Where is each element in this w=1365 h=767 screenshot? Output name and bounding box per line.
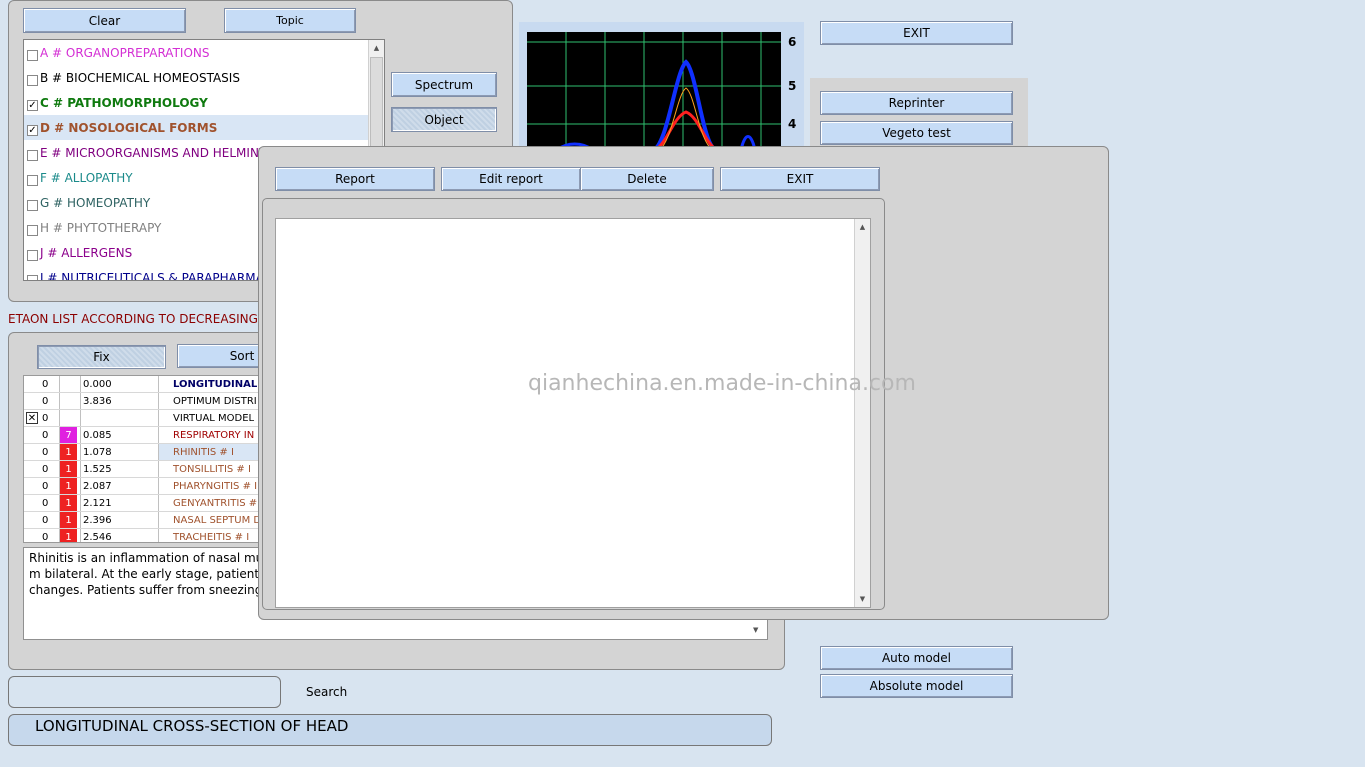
topic-item-label: A # ORGANOPREPARATIONS — [40, 45, 210, 60]
object-button[interactable]: Object — [391, 107, 497, 132]
cell-index: 0 — [42, 395, 49, 407]
search-label: Search — [306, 685, 348, 699]
close-box-icon[interactable]: ✕ — [26, 412, 38, 424]
topic-item-label: J # ALLERGENS — [40, 245, 133, 260]
edit-report-button[interactable]: Edit report — [441, 167, 581, 191]
topic-item-label: B # BIOCHEMICAL HOMEOSTASIS — [40, 70, 240, 85]
topic-item-label: C # PATHOMORPHOLOGY — [40, 95, 208, 110]
etaon-list-label: ETAON LIST ACCORDING TO DECREASING S — [8, 312, 270, 326]
cell-value: 2.121 — [80, 495, 158, 511]
spectrum-graph — [527, 32, 781, 150]
checkbox-icon[interactable] — [27, 200, 38, 211]
report-button[interactable]: Report — [275, 167, 435, 191]
cell-level: 1 — [59, 512, 77, 528]
y-tick-5: 5 — [788, 79, 797, 93]
cell-value: 3.836 — [80, 393, 158, 409]
spectrum-button[interactable]: Spectrum — [391, 72, 497, 97]
topic-item-label: E # MICROORGANISMS AND HELMINTHS — [40, 145, 283, 160]
report-scroll-down-icon[interactable]: ▼ — [855, 591, 870, 607]
report-scroll-up-icon[interactable]: ▲ — [855, 219, 870, 235]
reprinter-button[interactable]: Reprinter — [820, 91, 1013, 115]
cell-level: 1 — [59, 495, 77, 511]
cell-index: 0 — [42, 480, 49, 492]
scroll-thumb[interactable] — [370, 57, 383, 152]
vegeto-test-button[interactable]: Vegeto test — [820, 121, 1013, 145]
topic-item-label: I # NUTRICEUTICALS & PARAPHARMA — [40, 270, 264, 281]
cell-level: 1 — [59, 478, 77, 494]
absolute-model-button[interactable]: Absolute model — [820, 674, 1013, 698]
topic-item[interactable]: ✓ D # NOSOLOGICAL FORMS — [24, 115, 369, 140]
topic-item-label: H # PHYTOTHERAPY — [40, 220, 162, 235]
search-input[interactable] — [8, 676, 281, 708]
fix-button[interactable]: Fix — [37, 345, 166, 369]
checkbox-icon[interactable] — [27, 150, 38, 161]
cell-level: 1 — [59, 461, 77, 477]
auto-model-button[interactable]: Auto model — [820, 646, 1013, 670]
cell-index: 0 — [42, 531, 49, 543]
delete-button[interactable]: Delete — [580, 167, 714, 191]
cell-index: 0 — [42, 429, 49, 441]
cell-value: 2.546 — [80, 529, 158, 542]
cell-index: 0 — [42, 446, 49, 458]
checkbox-icon[interactable]: ✓ — [27, 100, 38, 111]
cell-index: 0 — [42, 412, 49, 424]
cell-value: 2.396 — [80, 512, 158, 528]
y-tick-4: 4 — [788, 117, 797, 131]
cell-index: 0 — [42, 463, 49, 475]
cell-value: 1.078 — [80, 444, 158, 460]
topic-item-label: F # ALLOPATHY — [40, 170, 133, 185]
report-exit-button[interactable]: EXIT — [720, 167, 880, 191]
status-text: LONGITUDINAL CROSS-SECTION OF HEAD — [35, 717, 349, 735]
topic-item-label: D # NOSOLOGICAL FORMS — [40, 120, 218, 135]
cell-index: 0 — [42, 378, 49, 390]
exit-button[interactable]: EXIT — [820, 21, 1013, 45]
checkbox-icon[interactable]: ✓ — [27, 125, 38, 136]
cell-value: 2.087 — [80, 478, 158, 494]
checkbox-icon[interactable] — [27, 250, 38, 261]
checkbox-icon[interactable] — [27, 275, 38, 280]
cell-level — [59, 393, 77, 409]
report-textarea[interactable]: ▲ ▼ — [275, 218, 871, 608]
cell-level: 1 — [59, 529, 77, 542]
cell-index: 0 — [42, 514, 49, 526]
topic-item[interactable]: A # ORGANOPREPARATIONS — [24, 40, 369, 65]
cell-value: 0.085 — [80, 427, 158, 443]
watermark: qianhechina.en.made-in-china.com — [528, 371, 916, 396]
cell-level — [59, 410, 77, 426]
cell-level: 7 — [59, 427, 77, 443]
topic-button[interactable]: Topic — [224, 8, 356, 33]
checkbox-icon[interactable] — [27, 175, 38, 186]
clear-button[interactable]: Clear — [23, 8, 186, 33]
topic-item[interactable]: ✓ C # PATHOMORPHOLOGY — [24, 90, 369, 115]
cell-level: 1 — [59, 444, 77, 460]
scroll-up-icon[interactable]: ▲ — [369, 40, 384, 56]
checkbox-icon[interactable] — [27, 225, 38, 236]
description-scroll-down-icon[interactable]: ▼ — [753, 626, 758, 634]
cell-level — [59, 376, 77, 392]
report-scrollbar[interactable]: ▲ ▼ — [854, 219, 870, 607]
cell-index: 0 — [42, 497, 49, 509]
topic-item[interactable]: B # BIOCHEMICAL HOMEOSTASIS — [24, 65, 369, 90]
checkbox-icon[interactable] — [27, 75, 38, 86]
cell-value: 0.000 — [80, 376, 158, 392]
topic-item-label: G # HOMEOPATHY — [40, 195, 151, 210]
cell-value — [80, 410, 158, 426]
y-tick-6: 6 — [788, 35, 797, 49]
cell-value: 1.525 — [80, 461, 158, 477]
checkbox-icon[interactable] — [27, 50, 38, 61]
